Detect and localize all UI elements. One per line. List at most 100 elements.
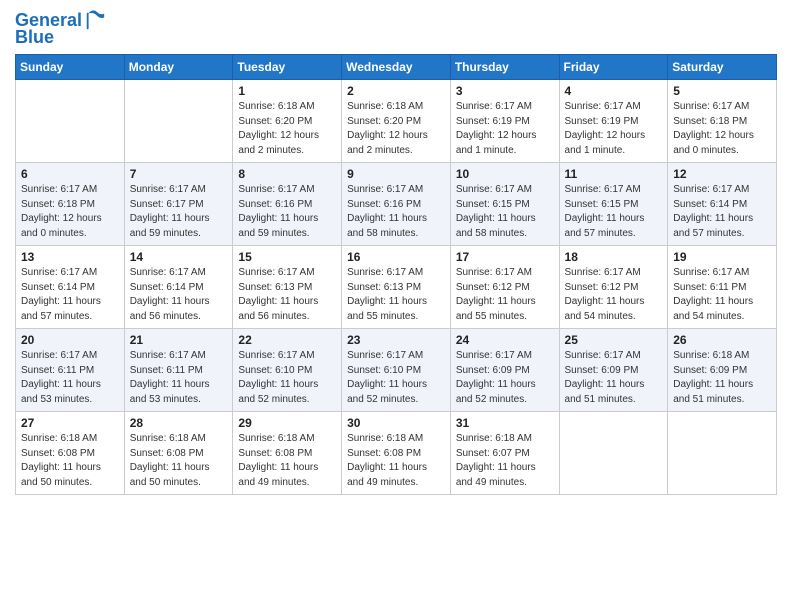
- day-number: 28: [130, 416, 228, 430]
- weekday-header-monday: Monday: [124, 55, 233, 80]
- day-info: Sunrise: 6:18 AMSunset: 6:08 PMDaylight:…: [238, 432, 336, 490]
- day-info: Sunrise: 6:18 AMSunset: 6:20 PMDaylight:…: [238, 100, 336, 158]
- day-number: 16: [347, 250, 445, 264]
- day-info: Sunrise: 6:17 AMSunset: 6:12 PMDaylight:…: [565, 266, 663, 324]
- week-row-1: 1 Sunrise: 6:18 AMSunset: 6:20 PMDaylight…: [16, 80, 777, 163]
- weekday-header-friday: Friday: [559, 55, 668, 80]
- day-cell: [16, 80, 125, 163]
- day-info: Sunrise: 6:17 AMSunset: 6:16 PMDaylight:…: [238, 183, 336, 241]
- day-info: Sunrise: 6:17 AMSunset: 6:15 PMDaylight:…: [456, 183, 554, 241]
- day-number: 14: [130, 250, 228, 264]
- day-cell: 14 Sunrise: 6:17 AMSunset: 6:14 PMDayligh…: [124, 246, 233, 329]
- day-cell: 25 Sunrise: 6:17 AMSunset: 6:09 PMDayligh…: [559, 329, 668, 412]
- day-cell: 17 Sunrise: 6:17 AMSunset: 6:12 PMDayligh…: [450, 246, 559, 329]
- day-number: 10: [456, 167, 554, 181]
- day-cell: 7Sunrise: 6:17 AMSunset: 6:17 PMDaylight…: [124, 163, 233, 246]
- weekday-header-tuesday: Tuesday: [233, 55, 342, 80]
- day-info: Sunrise: 6:17 AMSunset: 6:10 PMDaylight:…: [347, 349, 445, 407]
- day-number: 30: [347, 416, 445, 430]
- day-number: 25: [565, 333, 663, 347]
- day-info: Sunrise: 6:17 AMSunset: 6:11 PMDaylight:…: [21, 349, 119, 407]
- day-info: Sunrise: 6:17 AMSunset: 6:11 PMDaylight:…: [130, 349, 228, 407]
- day-info: Sunrise: 6:17 AMSunset: 6:19 PMDaylight:…: [565, 100, 663, 158]
- day-cell: 12 Sunrise: 6:17 AMSunset: 6:14 PMDayligh…: [668, 163, 777, 246]
- day-info: Sunrise: 6:17 AMSunset: 6:13 PMDaylight:…: [347, 266, 445, 324]
- day-number: 11: [565, 167, 663, 181]
- day-number: 1: [238, 84, 336, 98]
- day-number: 3: [456, 84, 554, 98]
- day-cell: [668, 412, 777, 495]
- day-info: Sunrise: 6:17 AMSunset: 6:16 PMDaylight:…: [347, 183, 445, 241]
- day-info: Sunrise: 6:18 AMSunset: 6:20 PMDaylight:…: [347, 100, 445, 158]
- calendar-table: SundayMondayTuesdayWednesdayThursdayFrid…: [15, 54, 777, 495]
- week-row-2: 6Sunrise: 6:17 AMSunset: 6:18 PMDaylight…: [16, 163, 777, 246]
- logo-icon: [84, 10, 106, 32]
- day-number: 21: [130, 333, 228, 347]
- day-number: 23: [347, 333, 445, 347]
- day-info: Sunrise: 6:18 AMSunset: 6:07 PMDaylight:…: [456, 432, 554, 490]
- day-number: 2: [347, 84, 445, 98]
- day-cell: 21 Sunrise: 6:17 AMSunset: 6:11 PMDayligh…: [124, 329, 233, 412]
- day-cell: 2 Sunrise: 6:18 AMSunset: 6:20 PMDaylight…: [342, 80, 451, 163]
- day-info: Sunrise: 6:17 AMSunset: 6:13 PMDaylight:…: [238, 266, 336, 324]
- day-cell: 28 Sunrise: 6:18 AMSunset: 6:08 PMDayligh…: [124, 412, 233, 495]
- week-row-4: 20Sunrise: 6:17 AMSunset: 6:11 PMDayligh…: [16, 329, 777, 412]
- day-number: 22: [238, 333, 336, 347]
- day-cell: 20Sunrise: 6:17 AMSunset: 6:11 PMDayligh…: [16, 329, 125, 412]
- day-number: 12: [673, 167, 771, 181]
- day-number: 9: [347, 167, 445, 181]
- day-cell: 24 Sunrise: 6:17 AMSunset: 6:09 PMDayligh…: [450, 329, 559, 412]
- day-number: 17: [456, 250, 554, 264]
- day-info: Sunrise: 6:17 AMSunset: 6:12 PMDaylight:…: [456, 266, 554, 324]
- day-number: 7: [130, 167, 228, 181]
- day-number: 15: [238, 250, 336, 264]
- day-cell: 3Sunrise: 6:17 AMSunset: 6:19 PMDaylight…: [450, 80, 559, 163]
- day-info: Sunrise: 6:17 AMSunset: 6:14 PMDaylight:…: [21, 266, 119, 324]
- weekday-header-saturday: Saturday: [668, 55, 777, 80]
- day-cell: 18Sunrise: 6:17 AMSunset: 6:12 PMDayligh…: [559, 246, 668, 329]
- day-info: Sunrise: 6:17 AMSunset: 6:09 PMDaylight:…: [565, 349, 663, 407]
- day-cell: 4 Sunrise: 6:17 AMSunset: 6:19 PMDaylight…: [559, 80, 668, 163]
- week-row-3: 13 Sunrise: 6:17 AMSunset: 6:14 PMDayligh…: [16, 246, 777, 329]
- day-cell: 6Sunrise: 6:17 AMSunset: 6:18 PMDaylight…: [16, 163, 125, 246]
- day-info: Sunrise: 6:17 AMSunset: 6:15 PMDaylight:…: [565, 183, 663, 241]
- day-info: Sunrise: 6:17 AMSunset: 6:18 PMDaylight:…: [21, 183, 119, 241]
- day-cell: 26 Sunrise: 6:18 AMSunset: 6:09 PMDayligh…: [668, 329, 777, 412]
- day-info: Sunrise: 6:17 AMSunset: 6:09 PMDaylight:…: [456, 349, 554, 407]
- day-info: Sunrise: 6:18 AMSunset: 6:08 PMDaylight:…: [347, 432, 445, 490]
- day-number: 24: [456, 333, 554, 347]
- day-cell: 13 Sunrise: 6:17 AMSunset: 6:14 PMDayligh…: [16, 246, 125, 329]
- weekday-header-sunday: Sunday: [16, 55, 125, 80]
- day-cell: 19Sunrise: 6:17 AMSunset: 6:11 PMDayligh…: [668, 246, 777, 329]
- day-number: 27: [21, 416, 119, 430]
- week-row-5: 27 Sunrise: 6:18 AMSunset: 6:08 PMDayligh…: [16, 412, 777, 495]
- day-cell: 31 Sunrise: 6:18 AMSunset: 6:07 PMDayligh…: [450, 412, 559, 495]
- day-number: 26: [673, 333, 771, 347]
- day-number: 5: [673, 84, 771, 98]
- day-number: 13: [21, 250, 119, 264]
- day-info: Sunrise: 6:18 AMSunset: 6:08 PMDaylight:…: [130, 432, 228, 490]
- weekday-header-wednesday: Wednesday: [342, 55, 451, 80]
- day-number: 31: [456, 416, 554, 430]
- day-cell: 10 Sunrise: 6:17 AMSunset: 6:15 PMDayligh…: [450, 163, 559, 246]
- day-cell: 16 Sunrise: 6:17 AMSunset: 6:13 PMDayligh…: [342, 246, 451, 329]
- day-cell: 30 Sunrise: 6:18 AMSunset: 6:08 PMDayligh…: [342, 412, 451, 495]
- day-cell: 15 Sunrise: 6:17 AMSunset: 6:13 PMDayligh…: [233, 246, 342, 329]
- page: General Blue SundayMondayTuesdayWednesda…: [0, 0, 792, 612]
- day-number: 19: [673, 250, 771, 264]
- day-cell: 23 Sunrise: 6:17 AMSunset: 6:10 PMDayligh…: [342, 329, 451, 412]
- day-cell: 11 Sunrise: 6:17 AMSunset: 6:15 PMDayligh…: [559, 163, 668, 246]
- day-info: Sunrise: 6:17 AMSunset: 6:14 PMDaylight:…: [130, 266, 228, 324]
- day-cell: [559, 412, 668, 495]
- day-cell: 8Sunrise: 6:17 AMSunset: 6:16 PMDaylight…: [233, 163, 342, 246]
- day-info: Sunrise: 6:18 AMSunset: 6:09 PMDaylight:…: [673, 349, 771, 407]
- day-cell: [124, 80, 233, 163]
- weekday-header-row: SundayMondayTuesdayWednesdayThursdayFrid…: [16, 55, 777, 80]
- day-number: 29: [238, 416, 336, 430]
- day-number: 4: [565, 84, 663, 98]
- logo: General Blue: [15, 10, 106, 46]
- header: General Blue: [15, 10, 777, 46]
- day-cell: 5 Sunrise: 6:17 AMSunset: 6:18 PMDaylight…: [668, 80, 777, 163]
- day-info: Sunrise: 6:17 AMSunset: 6:18 PMDaylight:…: [673, 100, 771, 158]
- day-info: Sunrise: 6:17 AMSunset: 6:14 PMDaylight:…: [673, 183, 771, 241]
